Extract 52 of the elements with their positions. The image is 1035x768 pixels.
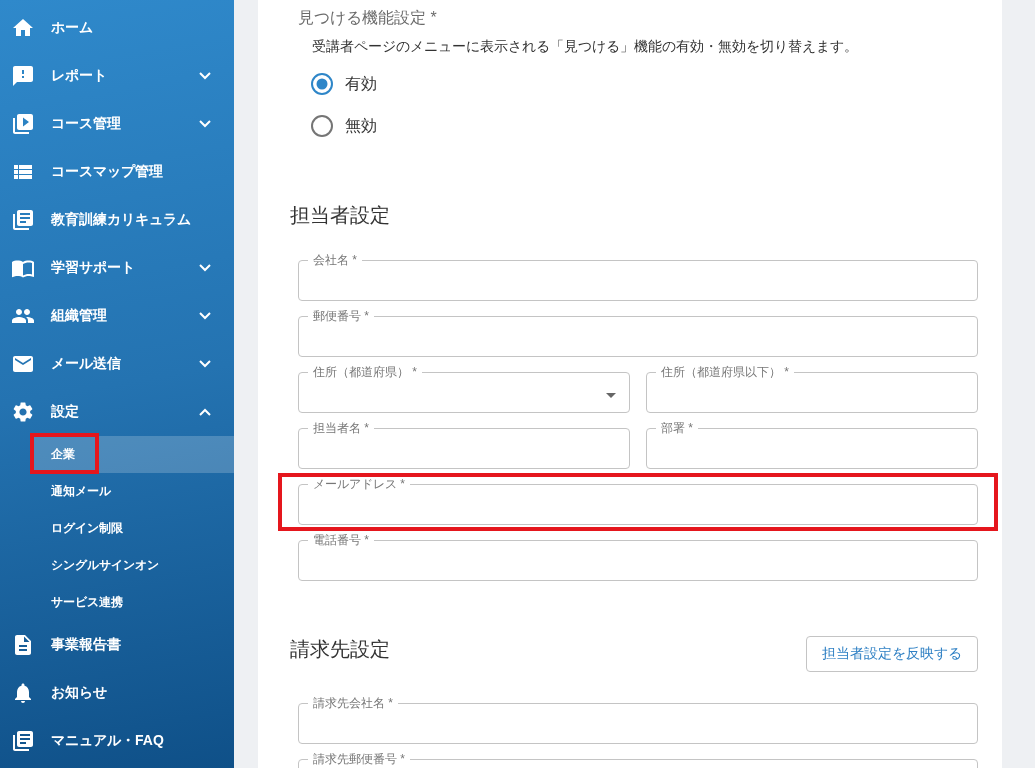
settings-icon [11,400,35,424]
field-label: 会社名 * [312,253,358,267]
field-label: 住所（都道府県以下） * [660,365,790,379]
sidebar-item[interactable]: メール送信 [0,340,234,388]
input-field[interactable]: 会社名 * [298,253,978,301]
input-field[interactable]: 住所（都道府県以下） * [646,365,978,413]
input-field[interactable]: 担当者名 * [298,421,630,469]
field-label: 担当者名 * [312,421,370,435]
field-label: 住所（都道府県） * [312,365,418,379]
radio-button[interactable] [311,115,333,137]
sidebar-subitem[interactable]: シングルサインオン [32,547,234,584]
sidebar-item[interactable]: ホーム [0,4,234,52]
document-stack-icon [11,729,35,753]
radio-button[interactable] [311,73,333,95]
input-field[interactable]: 郵便番号 * [298,309,978,357]
sidebar-item[interactable]: 学習サポート [0,244,234,292]
sidebar-item[interactable]: 事業報告書 [0,621,234,669]
input-field[interactable]: 電話番号 * [298,533,978,581]
caret-icon [606,393,616,398]
sidebar-item[interactable]: コース管理 [0,100,234,148]
sidebar-item[interactable]: 組織管理 [0,292,234,340]
sidebar-subitem[interactable]: 企業 [32,436,234,473]
setting-description: 受講者ページのメニューに表示される「見つける」機能の有効・無効を切り替えます。 [312,37,859,56]
sidebar-item[interactable]: 教育訓練カリキュラム [0,196,234,244]
apply-settings-button[interactable]: 担当者設定を反映する [806,636,978,672]
play-stack-icon [11,112,35,136]
select-field[interactable]: 住所（都道府県） * [298,365,630,413]
input-field[interactable]: 請求先郵便番号 * [298,752,978,768]
field-label: 部署 * [660,421,694,435]
input-field[interactable]: 部署 * [646,421,978,469]
section-heading: 担当者設定 [290,203,390,228]
field-label: 郵便番号 * [312,309,370,323]
sidebar-item[interactable]: お知らせ [0,669,234,717]
field-label: 電話番号 * [312,533,370,547]
field-label: メールアドレス * [312,477,406,491]
sidebar-subitem[interactable]: 通知メール [32,473,234,510]
alert-bubble-icon [11,64,35,88]
sidebar-subitem[interactable]: ログイン制限 [32,510,234,547]
sidebar-item[interactable]: レポート [0,52,234,100]
sidebar-item[interactable]: コースマップ管理 [0,148,234,196]
radio-label: 無効 [345,115,377,136]
sidebar-subitem[interactable]: サービス連携 [32,584,234,621]
field-label: 請求先郵便番号 * [312,752,406,766]
document-stack-icon [11,208,35,232]
sidebar-item[interactable]: マニュアル・FAQ [0,717,234,765]
sidebar-item[interactable]: 設定 [0,388,234,436]
field-label: 請求先会社名 * [312,696,394,710]
section-heading: 請求先設定 [290,637,390,662]
input-field[interactable]: メールアドレス * [298,477,978,525]
radio-label: 有効 [345,73,377,94]
input-field[interactable]: 請求先会社名 * [298,696,978,744]
setting-label: 見つける機能設定 * [298,8,438,28]
